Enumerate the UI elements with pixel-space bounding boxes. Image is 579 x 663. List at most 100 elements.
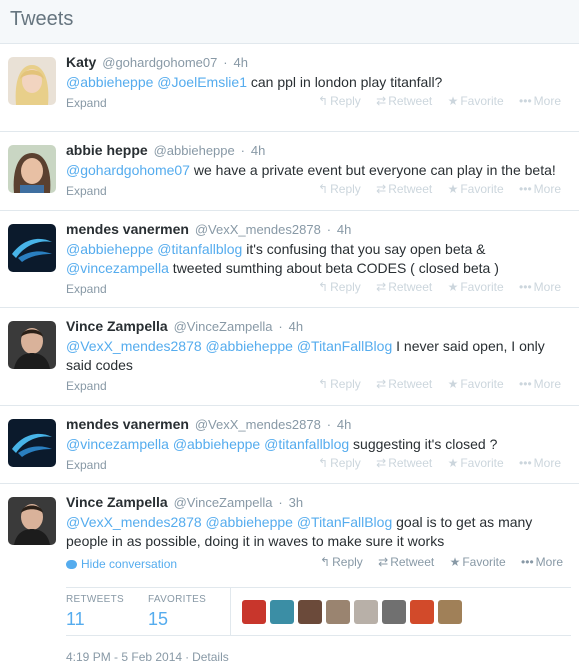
username[interactable]: @abbieheppe [154, 143, 235, 158]
mention-link[interactable]: @JoelEmslie1 [157, 74, 247, 90]
username[interactable]: @VinceZampella [174, 319, 273, 334]
mention-link[interactable]: @VexX_mendes2878 [66, 514, 202, 530]
reply-icon: ↰ [318, 280, 329, 294]
egg-avatar-icon[interactable] [270, 600, 294, 624]
favorites-count[interactable]: 15 [148, 609, 206, 630]
more-button[interactable]: ••• More [519, 456, 561, 470]
expand-link[interactable]: Expand [66, 184, 107, 198]
favorite-button[interactable]: ★ Favorite [448, 377, 504, 391]
fullname[interactable]: mendes vanermen [66, 221, 189, 237]
reply-button[interactable]: ↰ Reply [318, 456, 361, 470]
tweet-time[interactable]: 4h [251, 143, 265, 158]
tweet-item[interactable]: Vince Zampella @VinceZampella · 4h @VexX… [0, 308, 579, 406]
separator-dot: · [278, 495, 283, 510]
more-button[interactable]: ••• More [519, 182, 561, 196]
tweet-time[interactable]: 3h [289, 495, 303, 510]
retweet-button[interactable]: ⇄ Retweet [376, 456, 432, 470]
mention-link[interactable]: @abbieheppe [66, 241, 153, 257]
tweet-time[interactable]: 4h [337, 417, 351, 432]
timestamp-text[interactable]: 4:19 PM - 5 Feb 2014 [66, 650, 182, 663]
retweet-button[interactable]: ⇄ Retweet [376, 377, 432, 391]
expand-link[interactable]: Expand [66, 458, 107, 472]
separator-dot: · [185, 650, 190, 663]
retweet-icon: ⇄ [376, 280, 387, 294]
expand-link[interactable]: Expand [66, 282, 107, 296]
favorite-button[interactable]: ★ Favorite [448, 456, 504, 470]
reply-button[interactable]: ↰ Reply [320, 555, 363, 569]
avatar[interactable] [8, 224, 56, 272]
reply-button[interactable]: ↰ Reply [318, 280, 361, 294]
mention-link[interactable]: @vincezampella [66, 260, 169, 276]
favorite-button[interactable]: ★ Favorite [448, 182, 504, 196]
more-button[interactable]: ••• More [521, 555, 563, 569]
more-button[interactable]: ••• More [519, 377, 561, 391]
retweets-stat[interactable]: RETWEETS 11 [66, 594, 124, 630]
fullname[interactable]: mendes vanermen [66, 416, 189, 432]
username[interactable]: @VexX_mendes2878 [195, 417, 321, 432]
avatar[interactable] [8, 321, 56, 369]
avatar[interactable] [8, 145, 56, 193]
retweets-label: RETWEETS [66, 594, 124, 605]
tweet-item[interactable]: mendes vanermen @VexX_mendes2878 · 4h @a… [0, 211, 579, 308]
mention-link[interactable]: @abbieheppe [206, 514, 293, 530]
favorites-stat[interactable]: FAVORITES 15 [148, 594, 206, 630]
reply-button[interactable]: ↰ Reply [318, 94, 361, 108]
portrait-avatar-icon[interactable] [326, 600, 350, 624]
fullname[interactable]: Vince Zampella [66, 494, 168, 510]
hide-conversation-link[interactable]: Hide conversation [66, 557, 177, 571]
mention-link[interactable]: @VexX_mendes2878 [66, 338, 202, 354]
tweet-text: @vincezampella @abbieheppe @titanfallblo… [66, 435, 569, 454]
retweet-button[interactable]: ⇄ Retweet [376, 94, 432, 108]
red-face-avatar-icon[interactable] [410, 600, 434, 624]
expand-link[interactable]: Expand [66, 96, 107, 110]
tweet-time[interactable]: 4h [234, 55, 248, 70]
username[interactable]: @VinceZampella [174, 495, 273, 510]
mention-link[interactable]: @titanfallblog [264, 436, 349, 452]
mention-link[interactable]: @TitanFallBlog [297, 338, 392, 354]
tweet-time[interactable]: 4h [289, 319, 303, 334]
mention-link[interactable]: @titanfallblog [157, 241, 242, 257]
mention-link[interactable]: @TitanFallBlog [297, 514, 392, 530]
avatar[interactable] [8, 419, 56, 467]
favorite-button[interactable]: ★ Favorite [450, 555, 506, 569]
portrait-avatar-icon[interactable] [354, 600, 378, 624]
avatar[interactable] [8, 57, 56, 105]
username[interactable]: @gohardgohome07 [102, 55, 217, 70]
mention-link[interactable]: @abbieheppe [206, 338, 293, 354]
tweet-text-segment: tweeted sumthing about beta CODES ( clos… [168, 260, 499, 276]
portrait-avatar-icon[interactable] [382, 600, 406, 624]
fullname[interactable]: abbie heppe [66, 142, 148, 158]
retweet-button[interactable]: ⇄ Retweet [376, 182, 432, 196]
mention-link[interactable]: @gohardgohome07 [66, 162, 190, 178]
mention-link[interactable]: @abbieheppe [66, 74, 153, 90]
retweet-button[interactable]: ⇄ Retweet [376, 280, 432, 294]
portrait-avatar-icon[interactable] [298, 600, 322, 624]
tweet-item[interactable]: abbie heppe @abbieheppe · 4h @gohardgoho… [0, 132, 579, 211]
favorite-button[interactable]: ★ Favorite [448, 94, 504, 108]
cat-avatar-icon[interactable] [438, 600, 462, 624]
more-button[interactable]: ••• More [519, 280, 561, 294]
retweets-count[interactable]: 11 [66, 609, 124, 630]
star-icon: ★ [449, 555, 461, 569]
details-link[interactable]: Details [192, 650, 229, 663]
man-portrait-avatar-icon [8, 497, 56, 545]
reply-button[interactable]: ↰ Reply [318, 182, 361, 196]
tweet-time[interactable]: 4h [337, 222, 351, 237]
mention-link[interactable]: @abbieheppe [173, 436, 260, 452]
tweet-item[interactable]: mendes vanermen @VexX_mendes2878 · 4h @v… [0, 406, 579, 484]
star-icon: ★ [447, 456, 459, 470]
fullname[interactable]: Vince Zampella [66, 318, 168, 334]
expand-link[interactable]: Expand [66, 379, 107, 393]
reply-button[interactable]: ↰ Reply [318, 377, 361, 391]
tweet-item[interactable]: Katy @gohardgohome07 · 4h @abbieheppe @J… [0, 44, 579, 132]
woman-selfie-avatar-icon [8, 145, 56, 193]
username[interactable]: @VexX_mendes2878 [195, 222, 321, 237]
mention-link[interactable]: @vincezampella [66, 436, 169, 452]
red-cap-avatar-icon[interactable] [242, 600, 266, 624]
fullname[interactable]: Katy [66, 54, 96, 70]
avatar[interactable] [8, 497, 56, 545]
more-button[interactable]: ••• More [519, 94, 561, 108]
focused-tweet[interactable]: Vince Zampella @VinceZampella · 3h @VexX… [0, 484, 579, 663]
favorite-button[interactable]: ★ Favorite [448, 280, 504, 294]
retweet-button[interactable]: ⇄ Retweet [378, 555, 434, 569]
